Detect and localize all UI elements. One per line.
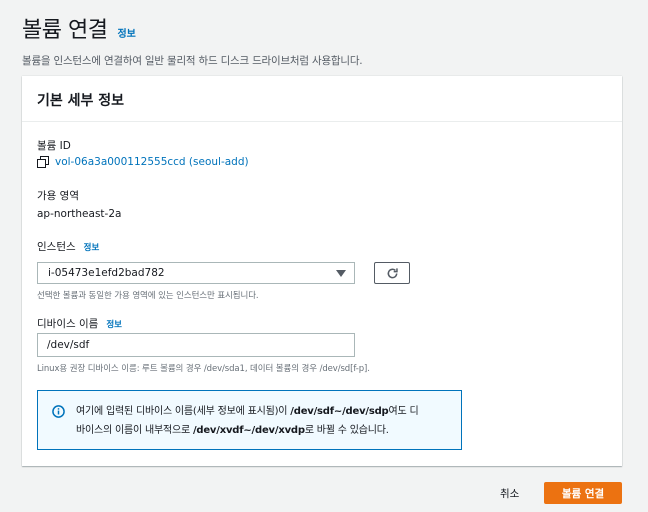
alert-text-1: 여기에 입력된 디바이스 이름(세부 정보에 표시됨)이: [76, 406, 291, 417]
alert-text-2: 여도 디: [388, 406, 419, 417]
instance-label: 인스턴스 정보: [37, 239, 99, 254]
chevron-down-icon: [336, 270, 346, 277]
attach-volume-button[interactable]: 볼륨 연결: [544, 482, 622, 504]
header-info-link[interactable]: 정보: [117, 25, 135, 40]
instance-label-text: 인스턴스: [37, 241, 76, 253]
device-label: 디바이스 이름 정보: [37, 316, 122, 331]
device-label-text: 디바이스 이름: [37, 318, 99, 330]
az-value: ap-northeast-2a: [37, 208, 122, 220]
page-title: 볼륨 연결: [22, 18, 108, 43]
alert-bold-2: /dev/xvdf~/dev/xvdp: [192, 425, 305, 436]
device-hint: Linux용 권장 디바이스 이름: 루트 볼륨의 경우 /dev/sda1, …: [37, 364, 370, 374]
az-label: 가용 영역: [37, 190, 79, 202]
device-name-input[interactable]: [37, 333, 355, 357]
page-header: 볼륨 연결 정보 볼륨을 인스턴스에 연결하여 일반 물리적 하드 디스크 드라…: [22, 0, 363, 68]
volume-id-value[interactable]: vol-06a3a000112555ccd (seoul-add): [55, 156, 249, 168]
copy-icon[interactable]: [37, 156, 49, 168]
alert-text-3: 바이스의 이름이 내부적으로: [76, 425, 193, 436]
info-alert: 여기에 입력된 디바이스 이름(세부 정보에 표시됨)이 /dev/sdf~/d…: [37, 390, 462, 450]
alert-bold-1: /dev/sdf~/dev/sdp: [290, 406, 389, 417]
alert-text: 여기에 입력된 디바이스 이름(세부 정보에 표시됨)이 /dev/sdf~/d…: [76, 402, 451, 440]
panel-header: 기본 세부 정보: [22, 76, 622, 122]
alert-text-4: 로 바뀔 수 있습니다.: [304, 425, 389, 436]
volume-id-link[interactable]: vol-06a3a000112555ccd (seoul-add): [37, 156, 249, 168]
volume-id-label: 볼륨 ID: [37, 140, 71, 152]
basic-details-panel: 기본 세부 정보 볼륨 ID vol-06a3a000112555ccd (se…: [22, 76, 622, 466]
instance-select-value: i-05473e1efd2bad782: [48, 267, 165, 279]
panel-title: 기본 세부 정보: [37, 93, 125, 109]
info-circle-icon: [52, 405, 65, 418]
instance-info-link[interactable]: 정보: [84, 243, 100, 253]
page-description: 볼륨을 인스턴스에 연결하여 일반 물리적 하드 디스크 드라이브처럼 사용합니…: [22, 55, 363, 67]
instance-hint: 선택한 볼륨과 동일한 가용 영역에 있는 인스턴스만 표시됩니다.: [37, 291, 259, 301]
refresh-icon: [387, 267, 398, 278]
cancel-button[interactable]: 취소: [494, 482, 525, 505]
refresh-button[interactable]: [374, 262, 410, 284]
instance-select[interactable]: i-05473e1efd2bad782: [37, 262, 355, 284]
device-info-link[interactable]: 정보: [106, 320, 122, 330]
